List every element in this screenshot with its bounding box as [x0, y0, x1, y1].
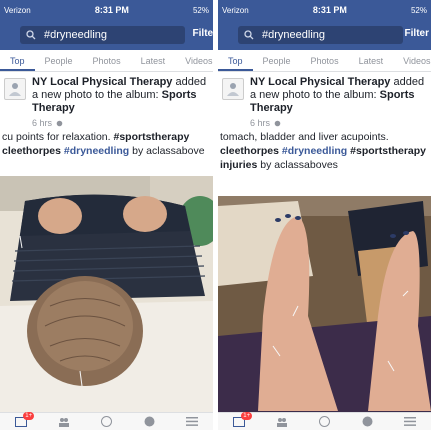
globe-icon [56, 120, 63, 126]
tab-videos[interactable]: Videos [175, 56, 213, 66]
page-avatar[interactable] [4, 78, 26, 100]
search-box[interactable] [20, 26, 185, 44]
globe-button[interactable] [359, 415, 375, 429]
clock: 8:31 PM [94, 5, 129, 15]
messenger-button[interactable] [316, 415, 332, 429]
post-meta: 6 hrs [32, 118, 207, 128]
post-time[interactable]: 6 hrs [32, 118, 52, 128]
hashtag-link[interactable]: #sportstherapy [350, 145, 426, 157]
post-photo[interactable] [0, 176, 213, 414]
search-tabs: Top People Photos Latest Videos [218, 50, 431, 72]
menu-button[interactable] [402, 415, 418, 429]
search-box[interactable] [238, 26, 403, 44]
post-author-link[interactable]: NY Local Physical Therapy [250, 76, 390, 88]
caption-byline: by aclassabove [129, 145, 205, 157]
news-feed-button[interactable]: 1+ [13, 411, 35, 429]
search-navbar: Filter [218, 20, 431, 50]
menu-button[interactable] [184, 415, 200, 429]
globe-icon [274, 120, 281, 126]
photo-patient-back [0, 176, 213, 414]
battery-label: 52% [410, 5, 427, 15]
tab-top[interactable]: Top [218, 51, 253, 71]
post-author-link[interactable]: NY Local Physical Therapy [32, 76, 172, 88]
search-tabs: Top People Photos Latest Videos [0, 50, 213, 72]
tab-top[interactable]: Top [0, 51, 35, 71]
menu-icon [185, 417, 198, 426]
post-meta: 6 hrs [250, 118, 425, 128]
search-input[interactable] [44, 29, 164, 41]
news-feed-button[interactable]: 1+ [231, 411, 253, 429]
status-bar: Verizon 8:31 PM 52% [218, 0, 431, 20]
caption-byline: by aclassaboves [257, 159, 338, 171]
tab-photos[interactable]: Photos [83, 56, 131, 66]
bottom-tab-bar: 1+ [218, 411, 431, 430]
post-header: NY Local Physical Therapy added a new ph… [0, 72, 213, 130]
globe-button[interactable] [141, 415, 157, 429]
filter-button[interactable]: Filter [193, 28, 213, 39]
friends-icon [276, 417, 287, 427]
logo-icon [227, 83, 239, 96]
tab-photos[interactable]: Photos [301, 56, 349, 66]
battery-label: 52% [192, 5, 209, 15]
post-title: NY Local Physical Therapy added a new ph… [32, 76, 207, 115]
globe-icon [144, 416, 155, 427]
hashtag-link[interactable]: cleethorpes [220, 145, 279, 157]
post-time[interactable]: 6 hrs [250, 118, 270, 128]
carrier-label: Verizon [222, 5, 249, 15]
page-avatar[interactable] [222, 78, 244, 100]
post-photo[interactable] [218, 196, 431, 414]
post-caption: tomach, bladder and liver acupoints. cle… [218, 130, 431, 194]
search-input[interactable] [262, 29, 382, 41]
search-navbar: Filter [0, 20, 213, 50]
logo-icon [9, 83, 21, 96]
globe-icon [362, 416, 373, 427]
clock: 8:31 PM [312, 5, 347, 15]
post-title: NY Local Physical Therapy added a new ph… [250, 76, 425, 115]
hashtag-link[interactable]: #sportstherapy [113, 131, 189, 143]
hashtag-highlight[interactable]: #dryneedling [282, 145, 347, 157]
notification-badge: 1+ [241, 411, 253, 420]
menu-icon [403, 417, 416, 426]
friends-button[interactable] [56, 415, 72, 429]
right-screenshot-panel: Verizon 8:31 PM 52% Filter Top People Ph… [218, 0, 431, 430]
notification-badge: 1+ [23, 411, 35, 420]
messenger-button[interactable] [98, 415, 114, 429]
carrier-label: Verizon [4, 5, 31, 15]
photo-feet-acupuncture [218, 196, 431, 414]
post-header: NY Local Physical Therapy added a new ph… [218, 72, 431, 130]
friends-icon [58, 417, 69, 427]
caption-text: cu points for relaxation. [2, 131, 114, 143]
messenger-icon [318, 416, 330, 427]
caption-text: tomach, bladder and liver acupoints. [220, 131, 389, 143]
friends-button[interactable] [274, 415, 290, 429]
bottom-tab-bar: 1+ [0, 411, 213, 430]
tab-latest[interactable]: Latest [349, 56, 394, 66]
tab-people[interactable]: People [35, 56, 83, 66]
left-screenshot-panel: Verizon 8:31 PM 52% Filter Top People Ph… [0, 0, 213, 430]
hashtag-link[interactable]: cleethorpes [2, 145, 61, 157]
tab-people[interactable]: People [253, 56, 301, 66]
status-bar: Verizon 8:31 PM 52% [0, 0, 213, 20]
messenger-icon [100, 416, 112, 427]
tab-videos[interactable]: Videos [393, 56, 431, 66]
tab-latest[interactable]: Latest [131, 56, 176, 66]
hashtag-link[interactable]: injuries [220, 159, 257, 171]
filter-button[interactable]: Filter [405, 28, 429, 39]
post-caption: cu points for relaxation. #sportstherapy… [0, 130, 213, 178]
hashtag-highlight[interactable]: #dryneedling [64, 145, 129, 157]
search-icon [26, 30, 36, 40]
search-icon [244, 30, 254, 40]
